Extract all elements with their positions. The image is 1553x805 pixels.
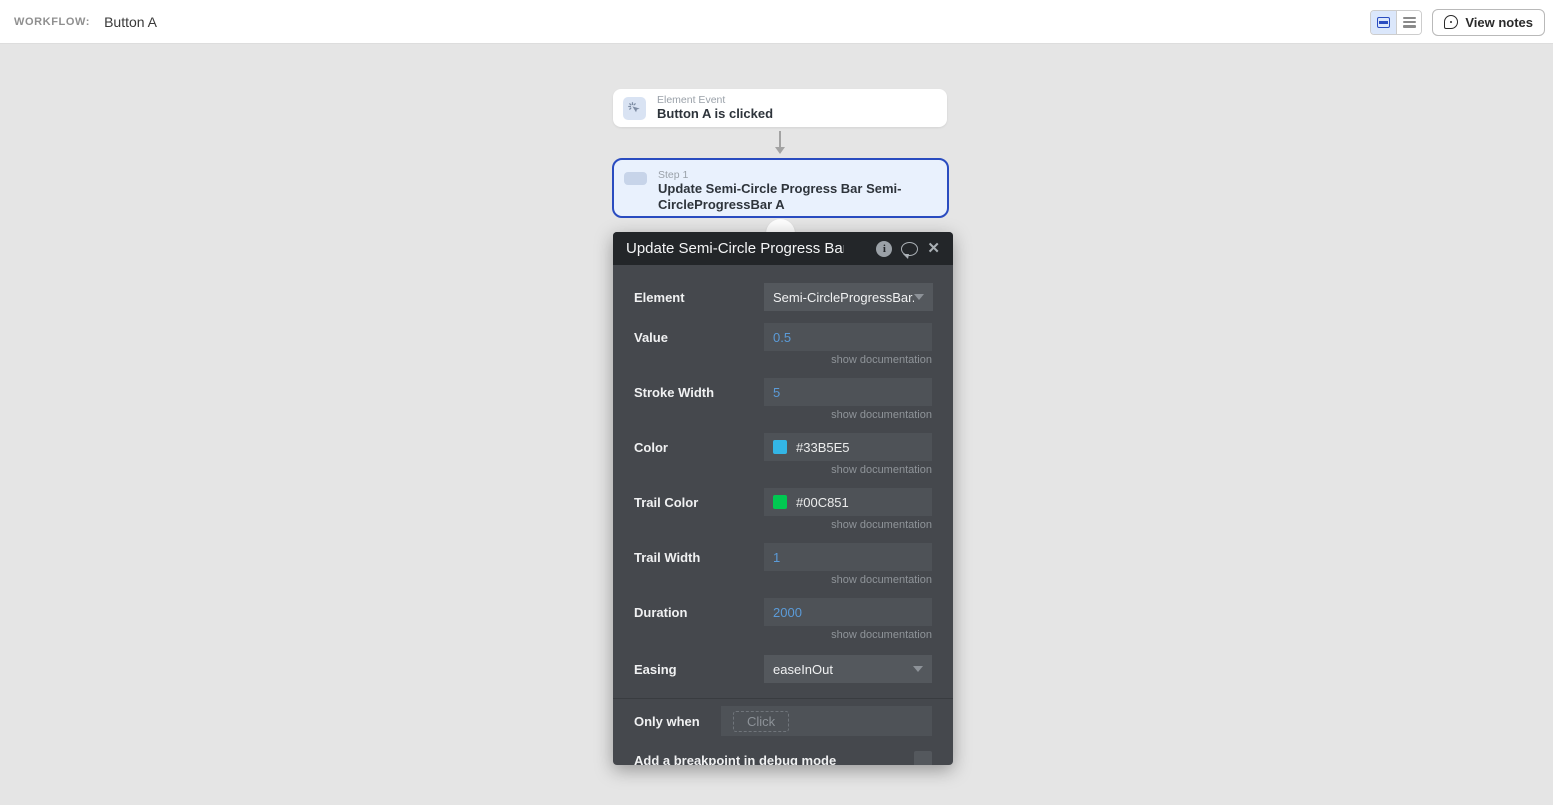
list-view-toggle[interactable]	[1396, 11, 1421, 34]
trail-width-show-documentation-link[interactable]: show documentation	[831, 574, 932, 586]
color-value: #33B5E5	[796, 440, 850, 455]
view-notes-label: View notes	[1465, 15, 1533, 30]
workflow-label: WORKFLOW:	[14, 16, 90, 28]
event-node[interactable]: Element Event Button A is clicked	[613, 89, 947, 127]
panel-title: Update Semi-Circle Progress Bar	[626, 240, 844, 257]
trail-width-row: Trail Width	[634, 543, 932, 571]
view-notes-button[interactable]: View notes	[1432, 9, 1545, 36]
stroke-width-label: Stroke Width	[634, 385, 764, 400]
easing-label: Easing	[634, 662, 764, 677]
trail-color-swatch	[773, 495, 787, 509]
panel-divider	[613, 698, 953, 699]
chevron-down-icon	[913, 666, 923, 672]
trail-color-row: Trail Color #00C851	[634, 488, 932, 516]
step-number-label: Step 1	[658, 169, 908, 181]
duration-row: Duration	[634, 598, 932, 626]
value-row: Value	[634, 323, 932, 351]
value-label: Value	[634, 330, 764, 345]
color-picker-field[interactable]: #33B5E5	[764, 433, 932, 461]
trail-color-value: #00C851	[796, 495, 849, 510]
element-dropdown[interactable]: Semi-CircleProgressBar...	[764, 283, 933, 311]
only-when-row: Only when Click	[634, 706, 932, 736]
color-show-documentation-link[interactable]: show documentation	[831, 464, 932, 476]
comment-icon[interactable]	[901, 242, 918, 256]
event-node-type: Element Event	[657, 94, 773, 106]
topbar-actions: View notes	[1370, 0, 1545, 44]
breakpoint-row: Add a breakpoint in debug mode	[634, 751, 932, 765]
stroke-width-input[interactable]	[764, 378, 932, 406]
cursor-click-icon	[623, 97, 646, 120]
color-swatch	[773, 440, 787, 454]
easing-dropdown-value: easeInOut	[773, 662, 913, 677]
breakpoint-checkbox[interactable]	[914, 751, 932, 765]
trail-width-input[interactable]	[764, 543, 932, 571]
duration-label: Duration	[634, 605, 764, 620]
workflow-name: Button A	[104, 14, 157, 30]
element-row: Element Semi-CircleProgressBar...	[634, 283, 932, 311]
duration-input[interactable]	[764, 598, 932, 626]
step-node-selected[interactable]: Step 1 Update Semi-Circle Progress Bar S…	[612, 158, 949, 218]
step-action-icon	[624, 172, 647, 185]
color-row: Color #33B5E5	[634, 433, 932, 461]
workflow-topbar: WORKFLOW: Button A View notes	[0, 0, 1553, 44]
trail-width-label: Trail Width	[634, 550, 764, 565]
notes-bubble-icon	[1444, 15, 1458, 29]
card-view-toggle[interactable]	[1371, 11, 1396, 34]
stroke-width-row: Stroke Width	[634, 378, 932, 406]
chevron-down-icon	[914, 294, 924, 300]
trail-color-label: Trail Color	[634, 495, 764, 510]
step-node-title: Update Semi-Circle Progress Bar Semi-Cir…	[658, 181, 908, 213]
flow-arrow-down	[773, 131, 787, 155]
close-icon[interactable]: ✕	[927, 242, 940, 256]
stroke-width-show-documentation-link[interactable]: show documentation	[831, 409, 932, 421]
only-when-click-placeholder[interactable]: Click	[733, 711, 789, 732]
view-mode-segmented-control	[1370, 10, 1422, 35]
color-label: Color	[634, 440, 764, 455]
list-view-icon	[1403, 17, 1416, 28]
info-icon[interactable]: i	[876, 241, 892, 257]
value-show-documentation-link[interactable]: show documentation	[831, 354, 932, 366]
panel-header[interactable]: Update Semi-Circle Progress Bar i ✕	[613, 232, 953, 265]
duration-show-documentation-link[interactable]: show documentation	[831, 629, 932, 641]
trail-color-show-documentation-link[interactable]: show documentation	[831, 519, 932, 531]
card-view-icon	[1377, 17, 1390, 28]
element-label: Element	[634, 290, 764, 305]
only-when-label: Only when	[634, 714, 721, 729]
easing-row: Easing easeInOut	[634, 655, 932, 683]
action-property-panel: Update Semi-Circle Progress Bar i ✕ Elem…	[613, 232, 953, 765]
trail-color-picker-field[interactable]: #00C851	[764, 488, 932, 516]
value-input[interactable]	[764, 323, 932, 351]
breakpoint-label: Add a breakpoint in debug mode	[634, 753, 836, 766]
easing-dropdown[interactable]: easeInOut	[764, 655, 932, 683]
only-when-input[interactable]: Click	[721, 706, 932, 736]
event-node-title: Button A is clicked	[657, 106, 773, 122]
element-dropdown-value: Semi-CircleProgressBar...	[773, 290, 914, 305]
